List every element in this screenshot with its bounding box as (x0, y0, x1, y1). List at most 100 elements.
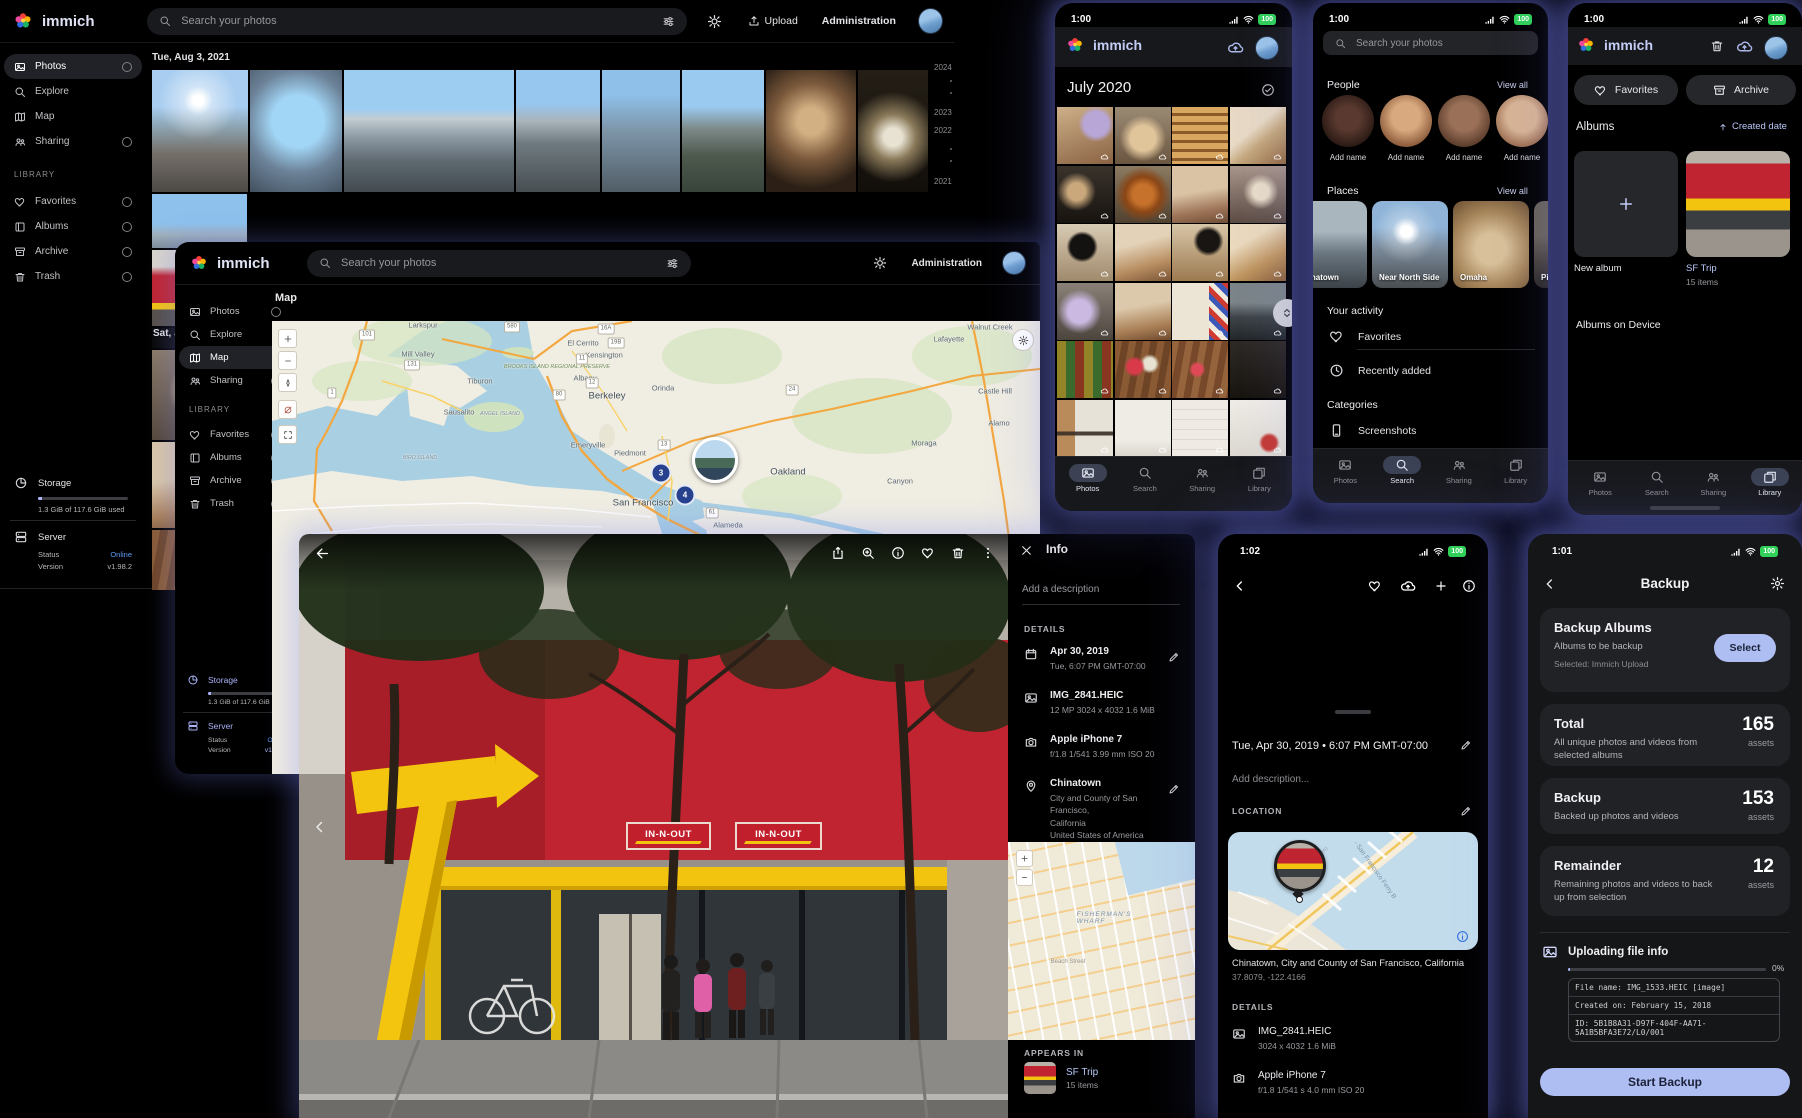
place-cell[interactable]: Near North Side (1372, 201, 1448, 288)
nav-tab-search[interactable]: Search (1374, 456, 1431, 485)
favorite-heart-icon[interactable] (1368, 579, 1382, 593)
viewer-back-icon[interactable] (315, 546, 330, 561)
immich-logo[interactable]: immich (189, 253, 297, 273)
nav-tab-photos[interactable]: Photos (1059, 464, 1116, 493)
favorites-row[interactable]: Favorites (1329, 329, 1401, 344)
info-circle-icon[interactable] (1462, 579, 1476, 593)
timeline-year-label[interactable]: 2021 (934, 177, 952, 186)
viewer-more-icon[interactable] (981, 546, 995, 560)
start-backup-button[interactable]: Start Backup (1540, 1068, 1790, 1096)
photo-thumbnail[interactable] (682, 70, 764, 192)
filter-sliders-icon[interactable] (666, 257, 679, 270)
sidebar-item-albums[interactable]: Albums (4, 214, 142, 239)
photo-thumbnail[interactable] (858, 70, 928, 192)
face-avatar[interactable] (1380, 95, 1432, 147)
add-name-label[interactable]: Add name (1446, 153, 1482, 162)
people-view-all[interactable]: View all (1497, 80, 1528, 90)
nav-tab-sharing[interactable]: Sharing (1685, 468, 1742, 497)
map-fullscreen-button[interactable] (278, 425, 297, 444)
photo-thumbnail[interactable] (1230, 224, 1286, 281)
favorites-button[interactable]: Favorites (1574, 75, 1678, 105)
new-album-tile[interactable] (1574, 151, 1678, 257)
add-plus-icon[interactable] (1434, 579, 1448, 593)
photo-thumbnail[interactable] (1230, 400, 1286, 457)
sidebar-item-photos[interactable]: Photos (4, 54, 142, 79)
sidebar-item-sharing[interactable]: Sharing (4, 129, 142, 154)
person-cell[interactable]: Add name (1319, 95, 1377, 162)
administration-button[interactable]: Administration (822, 15, 896, 27)
sidebar-item-archive[interactable]: Archive (4, 239, 142, 264)
edit-date-pencil[interactable] (1460, 738, 1472, 756)
settings-gear-icon[interactable] (1770, 576, 1785, 591)
minimap-zoom-out[interactable] (1016, 869, 1033, 886)
theme-toggle-sun-icon[interactable] (873, 256, 887, 270)
photo-thumbnail[interactable] (602, 70, 680, 192)
upload-button[interactable]: Upload (748, 15, 798, 27)
select-all-check-icon[interactable] (1261, 83, 1275, 97)
search-input[interactable] (179, 14, 653, 28)
screenshots-row[interactable]: Screenshots (1329, 423, 1416, 438)
immich-logo[interactable]: immich (12, 10, 137, 32)
sync-cloud-icon[interactable] (1227, 39, 1244, 56)
archive-button[interactable]: Archive (1686, 75, 1796, 105)
nav-tab-library[interactable]: Library (1742, 468, 1799, 497)
search-input[interactable] (339, 256, 658, 270)
person-cell[interactable]: Add name (1435, 95, 1493, 162)
theme-toggle-sun-icon[interactable] (707, 14, 722, 29)
person-cell[interactable]: Add name (1493, 95, 1548, 162)
trash-icon[interactable] (1710, 39, 1724, 53)
sidebar-item-favorites[interactable]: Favorites (4, 189, 142, 214)
description-field[interactable]: Add a description (1022, 584, 1099, 595)
map-cluster-marker[interactable]: 3 (651, 463, 672, 484)
photo-thumbnail[interactable] (1172, 283, 1228, 340)
nav-tab-library[interactable]: Library (1487, 456, 1544, 485)
back-chevron-icon[interactable] (1232, 578, 1248, 594)
sidebar-item-explore[interactable]: Explore (4, 79, 142, 104)
photo-map-pin[interactable] (1274, 840, 1326, 892)
map-info-icon[interactable] (1456, 930, 1469, 943)
nav-tab-sharing[interactable]: Sharing (1431, 456, 1488, 485)
nav-tab-sharing[interactable]: Sharing (1174, 464, 1231, 493)
photo-thumbnail[interactable] (152, 70, 248, 192)
user-avatar[interactable] (1255, 36, 1279, 60)
sidebar-item-map[interactable]: Map (4, 104, 142, 129)
photo-thumbnail[interactable] (1057, 341, 1113, 398)
map-zoom-out-button[interactable] (278, 351, 297, 370)
photo-thumbnail[interactable] (1115, 341, 1171, 398)
recently-added-row[interactable]: Recently added (1329, 363, 1431, 378)
select-button[interactable]: Select (1714, 634, 1776, 662)
places-view-all[interactable]: View all (1497, 186, 1528, 196)
face-avatar[interactable] (1496, 95, 1548, 147)
timeline-year-label[interactable]: 2022 (934, 126, 952, 135)
place-cell[interactable]: Pi (1534, 201, 1548, 288)
map-settings-gear-button[interactable] (1012, 329, 1034, 351)
photo-thumbnail[interactable] (1230, 107, 1286, 164)
photo-thumbnail[interactable] (152, 194, 247, 248)
edit-location-pencil[interactable] (1168, 782, 1180, 800)
map-locate-button[interactable] (278, 400, 297, 419)
viewer-share-icon[interactable] (831, 546, 845, 560)
map-compass-button[interactable] (278, 373, 297, 392)
album-name-label[interactable]: SF Trip (1686, 263, 1717, 274)
photo-thumbnail[interactable] (1172, 107, 1228, 164)
photo-thumbnail[interactable] (1115, 166, 1171, 223)
search-bar[interactable] (307, 250, 691, 277)
add-name-label[interactable]: Add name (1330, 153, 1366, 162)
face-avatar[interactable] (1322, 95, 1374, 147)
photo-thumbnail[interactable] (1057, 224, 1113, 281)
photo-thumbnail[interactable] (1172, 341, 1228, 398)
minimap-zoom-in[interactable] (1016, 850, 1033, 867)
administration-button[interactable]: Administration (911, 258, 982, 269)
viewer-previous-chevron[interactable] (311, 818, 329, 836)
filter-sliders-icon[interactable] (662, 15, 675, 28)
search-input[interactable] (1354, 37, 1526, 50)
photo-thumbnail[interactable] (516, 70, 600, 192)
sheet-drag-handle[interactable] (1335, 710, 1371, 714)
album-name[interactable]: SF Trip (1066, 1067, 1098, 1078)
photo-thumbnail[interactable] (1172, 400, 1228, 457)
nav-tab-photos[interactable]: Photos (1572, 468, 1629, 497)
photo-thumbnail[interactable] (1172, 224, 1228, 281)
search-bar[interactable] (1323, 31, 1538, 55)
photo-thumbnail[interactable] (1115, 107, 1171, 164)
place-cell[interactable]: Chinatown (1313, 201, 1367, 288)
